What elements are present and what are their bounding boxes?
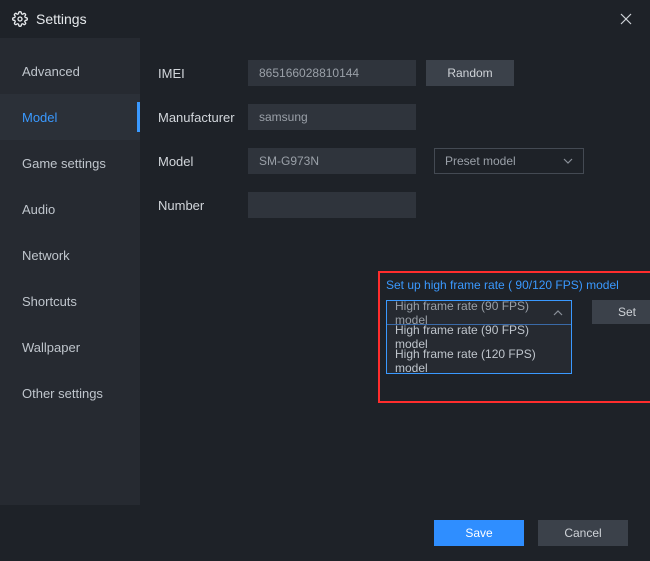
- sidebar-item-other-settings[interactable]: Other settings: [0, 370, 140, 416]
- sidebar-item-label: Audio: [22, 202, 55, 217]
- input-number[interactable]: [248, 192, 416, 218]
- input-manufacturer[interactable]: samsung: [248, 104, 416, 130]
- high-frame-row: High frame rate (90 FPS) model High fram…: [386, 300, 650, 374]
- gear-icon: [12, 11, 28, 27]
- high-frame-title: Set up high frame rate ( 90/120 FPS) mod…: [386, 278, 650, 292]
- sidebar-item-label: Game settings: [22, 156, 106, 171]
- set-button[interactable]: Set: [592, 300, 650, 324]
- high-frame-option-90[interactable]: High frame rate (90 FPS) model: [387, 325, 571, 349]
- row-model: Model SM-G973N Preset model: [158, 148, 630, 174]
- sidebar-item-shortcuts[interactable]: Shortcuts: [0, 278, 140, 324]
- high-frame-selected[interactable]: High frame rate (90 FPS) model: [387, 301, 571, 325]
- sidebar-item-label: Wallpaper: [22, 340, 80, 355]
- close-icon: [620, 13, 632, 25]
- settings-window: Settings Advanced Model Game settings Au…: [0, 0, 650, 561]
- label-model: Model: [158, 154, 248, 169]
- high-frame-section: Set up high frame rate ( 90/120 FPS) mod…: [386, 278, 650, 374]
- window-title: Settings: [36, 11, 614, 27]
- high-frame-select[interactable]: High frame rate (90 FPS) model High fram…: [386, 300, 572, 374]
- footer: Save Cancel: [0, 505, 650, 561]
- sidebar-item-wallpaper[interactable]: Wallpaper: [0, 324, 140, 370]
- sidebar-item-label: Shortcuts: [22, 294, 77, 309]
- sidebar-item-label: Other settings: [22, 386, 103, 401]
- preset-model-label: Preset model: [445, 154, 516, 168]
- sidebar-item-model[interactable]: Model: [0, 94, 140, 140]
- sidebar-item-advanced[interactable]: Advanced: [0, 48, 140, 94]
- chevron-up-icon: [553, 310, 563, 316]
- row-manufacturer: Manufacturer samsung: [158, 104, 630, 130]
- sidebar-item-audio[interactable]: Audio: [0, 186, 140, 232]
- sidebar-item-label: Model: [22, 110, 57, 125]
- row-imei: IMEI 865166028810144 Random: [158, 60, 630, 86]
- high-frame-selected-label: High frame rate (90 FPS) model: [395, 299, 553, 327]
- window-body: Advanced Model Game settings Audio Netwo…: [0, 38, 650, 505]
- close-button[interactable]: [614, 7, 638, 31]
- titlebar: Settings: [0, 0, 650, 38]
- chevron-down-icon: [563, 158, 573, 164]
- cancel-button[interactable]: Cancel: [538, 520, 628, 546]
- high-frame-option-120[interactable]: High frame rate (120 FPS) model: [387, 349, 571, 373]
- label-manufacturer: Manufacturer: [158, 110, 248, 125]
- label-number: Number: [158, 198, 248, 213]
- sidebar: Advanced Model Game settings Audio Netwo…: [0, 38, 140, 505]
- sidebar-item-network[interactable]: Network: [0, 232, 140, 278]
- sidebar-item-label: Advanced: [22, 64, 80, 79]
- input-imei[interactable]: 865166028810144: [248, 60, 416, 86]
- row-number: Number: [158, 192, 630, 218]
- save-button[interactable]: Save: [434, 520, 524, 546]
- preset-model-select[interactable]: Preset model: [434, 148, 584, 174]
- main-panel: IMEI 865166028810144 Random Manufacturer…: [140, 38, 650, 505]
- random-button[interactable]: Random: [426, 60, 514, 86]
- sidebar-item-game-settings[interactable]: Game settings: [0, 140, 140, 186]
- sidebar-item-label: Network: [22, 248, 70, 263]
- input-model[interactable]: SM-G973N: [248, 148, 416, 174]
- label-imei: IMEI: [158, 66, 248, 81]
